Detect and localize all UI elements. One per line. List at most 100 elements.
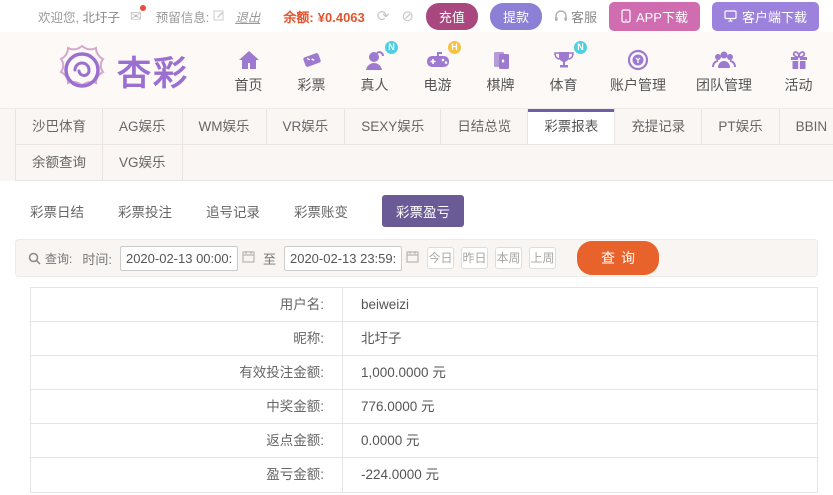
sub-tab[interactable]: 追号记录	[206, 195, 260, 227]
welcome-text: 欢迎您, 北圩子	[38, 10, 120, 25]
nav-item[interactable]: 棋牌	[469, 45, 532, 95]
sub-tab[interactable]: 彩票盈亏	[382, 195, 464, 227]
phone-icon	[621, 9, 631, 23]
nav-item-label: 账户管理	[610, 77, 666, 93]
nav-item[interactable]: 彩票	[280, 45, 343, 95]
table-row: 盈亏金额: -224.0000 元	[31, 458, 817, 492]
person-icon: N	[343, 41, 406, 71]
main-tab[interactable]: WM娱乐	[183, 109, 267, 144]
ticket-icon	[280, 45, 343, 71]
time-label: 时间:	[82, 251, 112, 267]
notification-dot	[139, 4, 146, 11]
badge-n: N	[385, 41, 398, 54]
row-label: 昵称:	[31, 322, 343, 355]
service-label: 客服	[570, 9, 597, 25]
nav-item-label: 首页	[234, 77, 263, 93]
withdraw-button[interactable]: 提款	[489, 2, 542, 30]
username: 北圩子	[82, 10, 120, 25]
edit-icon[interactable]	[213, 9, 225, 24]
date-from-input[interactable]	[119, 245, 238, 271]
search-icon	[28, 252, 41, 265]
row-label: 用户名:	[31, 288, 343, 321]
deposit-button[interactable]: 充值	[425, 2, 478, 30]
home-icon	[217, 45, 280, 71]
trophy-icon: N	[532, 41, 595, 71]
calendar-icon[interactable]	[242, 250, 255, 266]
row-value: 776.0000 元	[361, 399, 435, 414]
query-submit-button[interactable]: 查询	[576, 241, 659, 275]
main-tab[interactable]: 余额查询	[15, 145, 103, 180]
row-label: 返点金额:	[31, 424, 343, 457]
main-tab[interactable]: VG娱乐	[103, 145, 183, 180]
row-label: 中奖金额:	[31, 390, 343, 423]
table-row: 有效投注金额: 1,000.0000 元	[31, 356, 817, 390]
main-tab[interactable]: BBIN	[780, 109, 833, 144]
topbar: 欢迎您, 北圩子 ✉ 预留信息: 退出 余额: ¥0.4063 ⟳ ⊘ 充值 提款…	[0, 0, 833, 32]
site-header: 杏彩 首页 彩票 N 真人 H 电游 棋牌 N 体育 账户管理 团队管理 活动	[0, 32, 833, 108]
main-tab[interactable]: 日结总览	[441, 109, 529, 144]
brand-name: 杏彩	[117, 55, 189, 93]
logo-flower-icon	[59, 44, 105, 88]
report-tabstrip: 沙巴体育 AG娱乐 WM娱乐 VR娱乐 SEXY娱乐 日结总览 彩票报表 充提记录 PT娱乐 BB…	[0, 108, 833, 181]
team-icon	[681, 45, 767, 71]
row-value: 北圩子	[361, 331, 402, 346]
refresh-icon[interactable]: ⟳	[377, 7, 390, 25]
balance-label: 余额:	[283, 9, 314, 25]
table-row: 返点金额: 0.0000 元	[31, 424, 817, 458]
nav-item[interactable]: H 电游	[406, 41, 469, 95]
sub-tab[interactable]: 彩票投注	[118, 195, 172, 227]
main-tab[interactable]: PT娱乐	[702, 109, 780, 144]
logout-link[interactable]: 退出	[235, 7, 260, 26]
mail-icon[interactable]: ✉	[130, 4, 146, 25]
main-tab[interactable]: AG娱乐	[103, 109, 183, 144]
main-tab[interactable]: SEXY娱乐	[345, 109, 442, 144]
sub-tab[interactable]: 彩票日结	[30, 195, 84, 227]
badge-n: N	[574, 41, 587, 54]
row-value: beiweizi	[361, 297, 410, 312]
lottery-subtabs: 彩票日结 彩票投注 追号记录 彩票账变 彩票盈亏	[0, 181, 833, 233]
monitor-icon	[724, 10, 737, 22]
nav-item-label: 体育	[549, 77, 578, 93]
calendar-icon[interactable]	[406, 250, 419, 266]
query-bar: 查询: 时间: 至 今日昨日本周上周 查询	[15, 239, 818, 277]
balance-value: ¥0.4063	[317, 9, 365, 25]
quick-range-button[interactable]: 上周	[528, 247, 556, 269]
hide-balance-icon[interactable]: ⊘	[401, 7, 414, 25]
main-nav: 首页 彩票 N 真人 H 电游 棋牌 N 体育 账户管理 团队管理 活动	[217, 41, 830, 95]
quick-range-button[interactable]: 昨日	[460, 247, 488, 269]
balance: 余额: ¥0.4063	[283, 7, 364, 26]
main-tab[interactable]: 彩票报表	[528, 109, 616, 144]
table-row: 昵称: 北圩子	[31, 322, 817, 356]
quick-range-button[interactable]: 今日	[426, 247, 454, 269]
gift-icon	[767, 45, 830, 71]
nav-item[interactable]: 团队管理	[681, 45, 767, 95]
nav-item[interactable]: 账户管理	[595, 45, 681, 95]
table-row: 中奖金额: 776.0000 元	[31, 390, 817, 424]
nav-item-label: 彩票	[297, 77, 326, 93]
query-label: 查询:	[28, 250, 72, 267]
main-tab[interactable]: 沙巴体育	[15, 109, 103, 144]
nav-item[interactable]: N 体育	[532, 41, 595, 95]
row-label: 有效投注金额:	[31, 356, 343, 389]
sub-tab[interactable]: 彩票账变	[294, 195, 348, 227]
badge-h: H	[448, 41, 461, 54]
date-to-input[interactable]	[283, 245, 402, 271]
row-value: 1,000.0000 元	[361, 365, 446, 380]
nav-item-label: 棋牌	[486, 77, 515, 93]
main-tab[interactable]: VR娱乐	[267, 109, 346, 144]
nav-item[interactable]: N 真人	[343, 41, 406, 95]
app-download-button[interactable]: APP下载	[608, 1, 700, 31]
nav-item[interactable]: 首页	[217, 45, 280, 95]
nav-item-label: 活动	[784, 77, 813, 93]
client-download-button[interactable]: 客户端下载	[711, 1, 819, 31]
profit-loss-table: 用户名: beiweizi 昵称: 北圩子有效投注金额: 1,000.0000 元中奖金…	[30, 287, 818, 493]
quick-range-button[interactable]: 本周	[494, 247, 522, 269]
nav-item-label: 电游	[423, 77, 452, 93]
table-row: 用户名: beiweizi	[31, 288, 817, 322]
customer-service-link[interactable]: 客服	[554, 7, 597, 26]
nav-item[interactable]: 活动	[767, 45, 830, 95]
main-tab[interactable]: 充提记录	[615, 109, 703, 144]
reserved-info-label: 预留信息:	[155, 10, 210, 25]
brand-logo[interactable]: 杏彩	[55, 43, 189, 97]
quick-range-group: 今日 昨日 本周 上周	[426, 247, 563, 269]
